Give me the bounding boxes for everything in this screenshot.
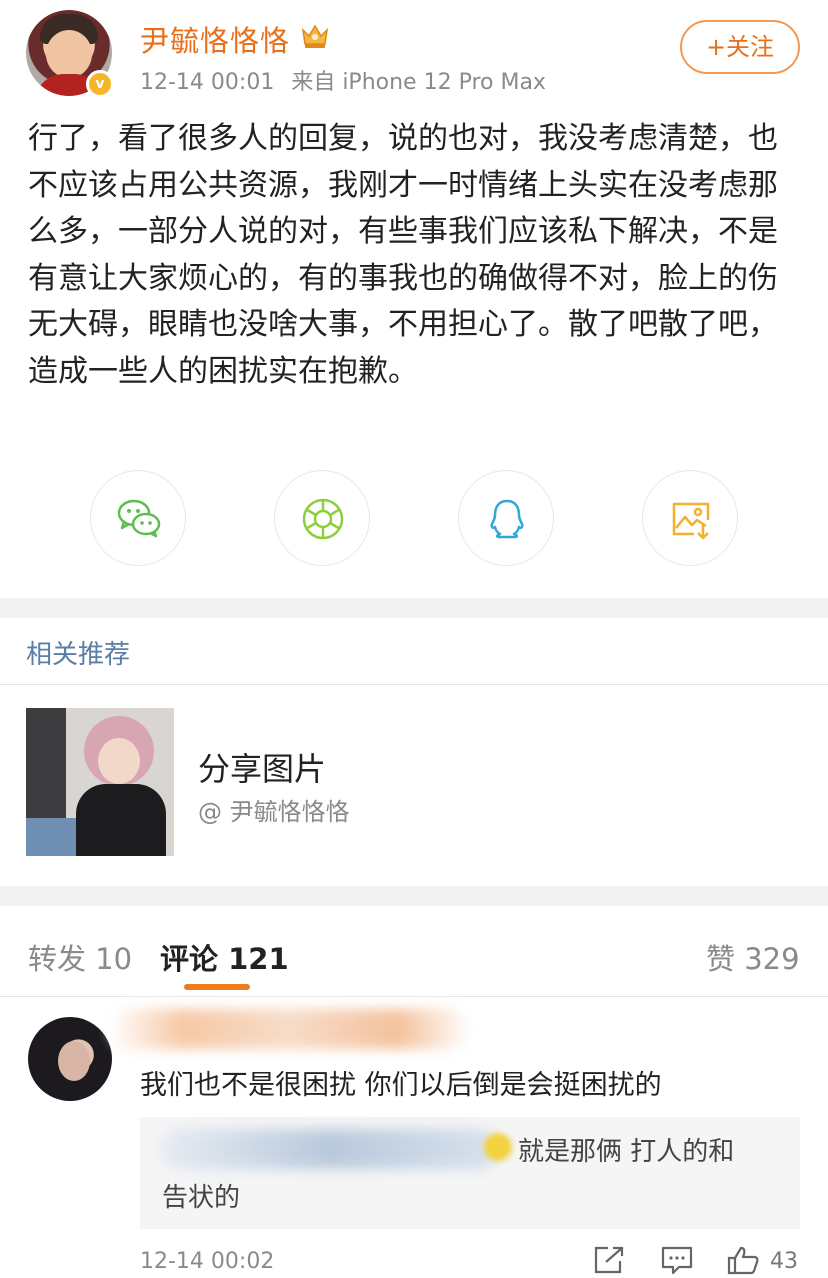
share-qq-button[interactable]: [458, 470, 554, 566]
tab-comments[interactable]: 评论 121: [160, 936, 289, 978]
repost-icon[interactable]: [592, 1245, 626, 1275]
share-moments-button[interactable]: [274, 470, 370, 566]
tab-repost[interactable]: 转发 10: [28, 936, 132, 978]
divider: [0, 684, 828, 685]
save-image-button[interactable]: [642, 470, 738, 566]
comment-text: 我们也不是很困扰 你们以后倒是会挺困扰的: [140, 1070, 662, 1101]
post-header: v 尹毓恪恪恪 12-14 00:01 来自 iPhone 12 Pro Max…: [0, 0, 828, 110]
post-time: 12-14 00:01: [140, 70, 275, 95]
related-post-author: @ 尹毓恪恪恪: [198, 798, 350, 826]
section-gap: [0, 598, 828, 618]
thumbnail-face: [98, 738, 140, 784]
thumbnail-body: [76, 784, 166, 856]
wechat-icon: [117, 499, 161, 538]
comment-time: 12-14 00:02: [140, 1249, 275, 1274]
share-wechat-button[interactable]: [90, 470, 186, 566]
comment-icon[interactable]: [660, 1245, 694, 1275]
share-row: [0, 466, 828, 566]
quoted-reply[interactable]: 就是那俩 打人的和 告状的: [140, 1117, 800, 1229]
post-text: 行了，看了很多人的回复，说的也对，我没考虑清楚，也不应该占用公共资源，我刚才一时…: [28, 121, 778, 389]
post-source: 来自 iPhone 12 Pro Max: [291, 70, 546, 95]
save-image-icon: [672, 502, 710, 540]
comment-item: 我们也不是很困扰 你们以后倒是会挺困扰的 就是那俩 打人的和 告状的 12-14…: [0, 997, 828, 1278]
verified-badge-icon: v: [86, 70, 114, 98]
tab-likes[interactable]: 赞 329: [706, 936, 800, 978]
active-tab-indicator: [184, 984, 250, 990]
quoted-text-line2: 告状的: [162, 1183, 241, 1213]
commenter-avatar[interactable]: [28, 1017, 112, 1101]
commenter-name-blurred: [110, 1009, 470, 1049]
interaction-tabs: 转发 10 评论 121 赞 329: [0, 906, 828, 996]
related-section-title: 相关推荐: [26, 640, 131, 670]
follow-button[interactable]: +关注: [680, 20, 800, 74]
vip-crown-icon: [301, 24, 329, 48]
quoted-author-blurred: [160, 1129, 500, 1169]
commenter-face: [58, 1041, 90, 1081]
related-post-title[interactable]: 分享图片: [198, 744, 326, 790]
emoji-icon: [484, 1133, 512, 1161]
moments-icon: [302, 498, 344, 540]
post-meta: 12-14 00:01 来自 iPhone 12 Pro Max: [140, 64, 546, 96]
related-post-card[interactable]: 分享图片 @ 尹毓恪恪恪: [0, 700, 828, 860]
related-thumbnail[interactable]: [26, 708, 174, 856]
thumbnail-jeans: [26, 818, 76, 856]
qq-icon: [490, 499, 524, 539]
section-gap: [0, 886, 828, 906]
comment-like-count: 43: [770, 1249, 798, 1274]
avatar-face: [46, 30, 92, 78]
quoted-text-line1: 就是那俩 打人的和: [518, 1137, 735, 1167]
author-username[interactable]: 尹毓恪恪恪: [140, 18, 290, 60]
like-icon[interactable]: [726, 1245, 760, 1275]
